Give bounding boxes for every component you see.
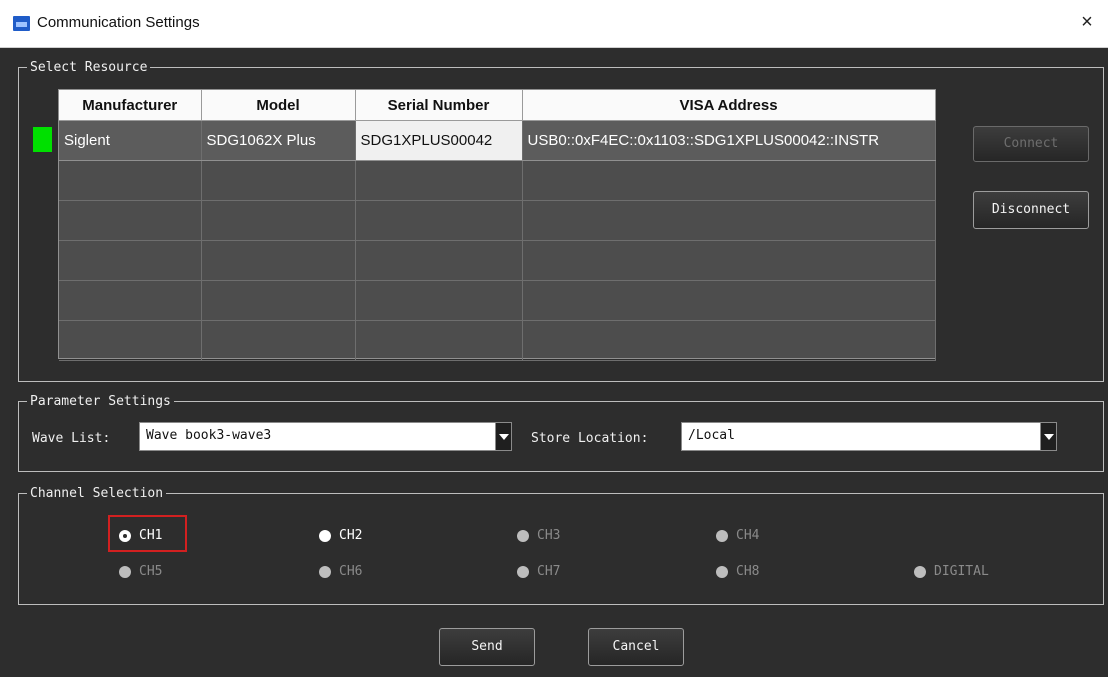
store-location-dropdown[interactable]: /Local: [681, 422, 1057, 451]
cell-model: [201, 280, 356, 321]
wave-list-dropdown[interactable]: Wave book3-wave3: [139, 422, 512, 451]
cell-manufacturer: [59, 240, 202, 281]
cell-manufacturer: [59, 280, 202, 321]
cell-serial-number: [355, 320, 523, 361]
channel-selection-legend: Channel Selection: [30, 486, 164, 501]
cancel-button[interactable]: Cancel: [588, 628, 684, 666]
radio-icon: [716, 530, 728, 542]
cell-visa-address: [522, 280, 936, 321]
radio-label: CH8: [736, 564, 760, 579]
radio-icon: [517, 530, 529, 542]
radio-icon: [319, 530, 331, 542]
cell-serial-number: [355, 240, 523, 281]
connection-status-indicator: [33, 127, 52, 152]
send-button[interactable]: Send: [439, 628, 535, 666]
table-row[interactable]: [59, 160, 936, 201]
radio-icon: [319, 566, 331, 578]
column-header-visa-address[interactable]: VISA Address: [522, 90, 936, 121]
store-location-value: /Local: [688, 428, 735, 443]
cell-model: [201, 240, 356, 281]
store-location-label: Store Location:: [531, 431, 649, 446]
cell-manufacturer: Siglent: [59, 120, 202, 161]
table-row[interactable]: Siglent SDG1062X Plus SDG1XPLUS00042 USB…: [59, 120, 936, 161]
radio-label: CH5: [139, 564, 163, 579]
table-row[interactable]: [59, 320, 936, 361]
select-resource-legend: Select Resource: [30, 60, 148, 75]
radio-icon: [517, 566, 529, 578]
radio-icon: [914, 566, 926, 578]
window-title: Communication Settings: [37, 14, 200, 31]
column-header-model[interactable]: Model: [201, 90, 356, 121]
app-icon: [13, 16, 30, 31]
radio-label: CH6: [339, 564, 363, 579]
cell-visa-address: [522, 200, 936, 241]
communication-settings-dialog: Communication Settings × Select Resource…: [0, 0, 1108, 677]
cell-model: [201, 200, 356, 241]
cell-visa-address: USB0::0xF4EC::0x1103::SDG1XPLUS00042::IN…: [522, 120, 936, 161]
radio-label: CH3: [537, 528, 561, 543]
cell-visa-address: [522, 240, 936, 281]
close-icon[interactable]: ×: [1075, 10, 1099, 34]
radio-label: CH2: [339, 528, 363, 543]
resource-table: Manufacturer Model Serial Number VISA Ad…: [58, 89, 936, 361]
cell-visa-address: [522, 160, 936, 201]
cell-serial-number: [355, 280, 523, 321]
cell-manufacturer: [59, 200, 202, 241]
wave-list-label: Wave List:: [32, 431, 111, 446]
cell-model: [201, 160, 356, 201]
table-row[interactable]: [59, 280, 936, 321]
table-row[interactable]: [59, 200, 936, 241]
wave-list-value: Wave book3-wave3: [146, 428, 272, 443]
chevron-down-icon[interactable]: [495, 423, 511, 450]
cell-manufacturer: [59, 160, 202, 201]
cell-model: SDG1062X Plus: [201, 120, 356, 161]
disconnect-button[interactable]: Disconnect: [973, 191, 1089, 229]
column-header-serial-number[interactable]: Serial Number: [355, 90, 523, 121]
radio-label: CH4: [736, 528, 760, 543]
radio-icon: [119, 566, 131, 578]
radio-icon: [716, 566, 728, 578]
column-header-manufacturer[interactable]: Manufacturer: [59, 90, 202, 121]
parameter-settings-legend: Parameter Settings: [30, 394, 171, 409]
cell-serial-number: [355, 160, 523, 201]
chevron-down-icon[interactable]: [1040, 423, 1056, 450]
radio-label: DIGITAL: [934, 564, 989, 579]
table-header-row: Manufacturer Model Serial Number VISA Ad…: [59, 90, 936, 121]
connect-button[interactable]: Connect: [973, 126, 1089, 162]
cell-model: [201, 320, 356, 361]
cell-visa-address: [522, 320, 936, 361]
radio-label: CH1: [139, 528, 163, 543]
cell-serial-number: SDG1XPLUS00042: [355, 120, 523, 161]
table-row[interactable]: [59, 240, 936, 281]
radio-label: CH7: [537, 564, 561, 579]
cell-serial-number: [355, 200, 523, 241]
cell-manufacturer: [59, 320, 202, 361]
title-bar: Communication Settings ×: [0, 0, 1108, 48]
radio-checked-icon: [119, 530, 131, 542]
